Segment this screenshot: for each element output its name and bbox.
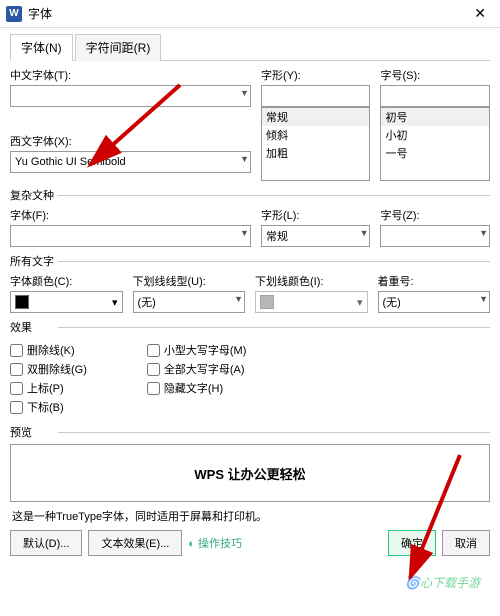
list-item[interactable]: 初号 xyxy=(381,108,489,126)
list-item[interactable]: 小初 xyxy=(381,126,489,144)
emphasis-label: 着重号: xyxy=(378,273,491,289)
size-label: 字号(S): xyxy=(380,67,490,83)
font-color-label: 字体颜色(C): xyxy=(10,273,123,289)
strike-checkbox[interactable]: 删除线(K) xyxy=(10,342,87,358)
app-icon: W xyxy=(6,6,22,22)
ok-button[interactable]: 确定 xyxy=(388,530,436,556)
style-label: 字形(Y): xyxy=(261,67,371,83)
complex-font-input[interactable] xyxy=(10,225,251,247)
tab-spacing[interactable]: 字符间距(R) xyxy=(75,34,162,61)
sub-checkbox[interactable]: 下标(B) xyxy=(10,399,87,415)
size-input[interactable] xyxy=(380,85,490,107)
list-item[interactable]: 一号 xyxy=(381,144,489,162)
complex-size-label: 字号(Z): xyxy=(380,207,490,223)
smallcaps-checkbox[interactable]: 小型大写字母(M) xyxy=(147,342,247,358)
underline-label: 下划线线型(U): xyxy=(133,273,246,289)
latin-font-input[interactable] xyxy=(10,151,251,173)
cjk-font-input[interactable] xyxy=(10,85,251,107)
preview-text: WPS 让办公更轻松 xyxy=(194,464,305,483)
preview-box: WPS 让办公更轻松 xyxy=(10,444,490,502)
cjk-font-label: 中文字体(T): xyxy=(10,67,251,83)
hidden-checkbox[interactable]: 隐藏文字(H) xyxy=(147,380,247,396)
effects-section: 效果 xyxy=(10,319,490,335)
title-bar: W 字体 ✕ xyxy=(0,0,500,28)
style-input[interactable] xyxy=(261,85,371,107)
complex-font-label: 字体(F): xyxy=(10,207,251,223)
list-item[interactable]: 常规 xyxy=(262,108,370,126)
chevron-down-icon: ▾ xyxy=(357,296,363,309)
font-color-combo[interactable]: ▾ xyxy=(10,291,123,313)
style-listbox[interactable]: 常规 倾斜 加粗 xyxy=(261,107,371,181)
close-icon[interactable]: ✕ xyxy=(466,5,494,22)
size-listbox[interactable]: 初号 小初 一号 xyxy=(380,107,490,181)
font-hint: 这是一种TrueType字体，同时适用于屏幕和打印机。 xyxy=(12,508,488,524)
super-checkbox[interactable]: 上标(P) xyxy=(10,380,87,396)
complex-size-input[interactable] xyxy=(380,225,490,247)
list-item[interactable]: 加粗 xyxy=(262,144,370,162)
text-effect-button[interactable]: 文本效果(E)... xyxy=(88,530,182,556)
underline-color-combo[interactable]: ▾ xyxy=(255,291,368,313)
alltext-section: 所有文字 xyxy=(10,253,490,269)
preview-section: 预览 xyxy=(10,424,490,440)
emphasis-combo[interactable] xyxy=(378,291,491,313)
window-title: 字体 xyxy=(28,5,466,22)
underline-color-label: 下划线颜色(I): xyxy=(255,273,368,289)
cancel-button[interactable]: 取消 xyxy=(442,530,490,556)
operation-hint[interactable]: ◐ 操作技巧 xyxy=(188,535,242,551)
underline-combo[interactable] xyxy=(133,291,246,313)
tab-bar: 字体(N) 字符间距(R) xyxy=(10,34,490,61)
list-item[interactable]: 倾斜 xyxy=(262,126,370,144)
tab-font[interactable]: 字体(N) xyxy=(10,34,73,61)
complex-style-input[interactable] xyxy=(261,225,371,247)
chevron-down-icon: ▾ xyxy=(112,296,118,309)
allcaps-checkbox[interactable]: 全部大写字母(A) xyxy=(147,361,247,377)
complex-section: 复杂文种 xyxy=(10,187,490,203)
complex-style-label: 字形(L): xyxy=(261,207,371,223)
dstrike-checkbox[interactable]: 双删除线(G) xyxy=(10,361,87,377)
latin-font-label: 西文字体(X): xyxy=(10,133,251,149)
default-button[interactable]: 默认(D)... xyxy=(10,530,82,556)
